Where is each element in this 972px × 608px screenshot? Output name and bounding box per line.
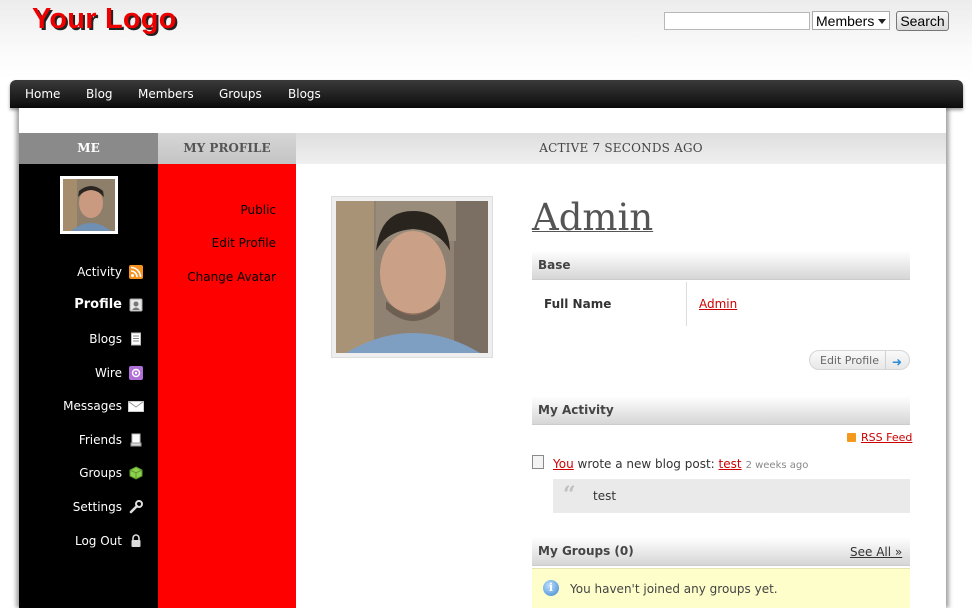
me-item-label: Log Out — [74, 534, 122, 548]
avatar[interactable] — [60, 176, 118, 234]
me-item-messages[interactable]: Messages — [19, 397, 158, 417]
me-item-logout[interactable]: Log Out — [19, 532, 158, 552]
edit-profile-label: Edit Profile — [820, 354, 880, 367]
cube-icon — [129, 466, 143, 480]
me-item-label: Activity — [77, 265, 122, 279]
arrow-right-icon: ➜ — [892, 355, 903, 369]
chevron-down-icon — [878, 19, 886, 24]
main-nav: Home Blog Members Groups Blogs — [10, 80, 963, 108]
edit-profile-button[interactable]: Edit Profile ➜ — [809, 350, 910, 370]
site-logo[interactable]: Your Logo — [32, 3, 177, 36]
search-scope-select[interactable]: Members — [812, 11, 890, 30]
profile-avatar — [332, 197, 492, 357]
blog-post-icon — [532, 455, 544, 469]
groups-empty-notice: i You haven't joined any groups yet. — [532, 568, 910, 608]
me-item-label: Friends — [78, 433, 122, 447]
submenu-public[interactable]: Public — [240, 203, 276, 217]
me-item-settings[interactable]: Settings — [19, 498, 158, 518]
activity-time: 2 weeks ago — [745, 460, 809, 471]
friends-icon — [130, 433, 142, 447]
wire-icon — [129, 366, 143, 380]
activity-excerpt-text: test — [593, 489, 617, 503]
nav-home[interactable]: Home — [25, 87, 60, 101]
rss-feed-label: RSS Feed — [861, 431, 913, 444]
tab-me[interactable]: ME — [19, 133, 158, 164]
see-all-groups-link[interactable]: See All » — [850, 545, 902, 559]
me-item-label: Messages — [63, 399, 122, 413]
me-item-label: Profile — [74, 297, 122, 312]
tab-my-profile[interactable]: MY PROFILE — [158, 133, 296, 164]
wrench-icon — [129, 500, 143, 514]
groups-empty-text: You haven't joined any groups yet. — [570, 582, 778, 596]
me-item-profile[interactable]: Profile — [19, 296, 158, 316]
activity-item: You wrote a new blog post: test 2 weeks a… — [553, 457, 808, 471]
submenu-edit-profile[interactable]: Edit Profile — [212, 236, 276, 250]
info-icon: i — [543, 580, 559, 596]
submenu-change-avatar[interactable]: Change Avatar — [187, 270, 276, 284]
document-icon — [131, 332, 141, 346]
nav-groups[interactable]: Groups — [219, 87, 262, 101]
activity-actor-link[interactable]: You — [553, 457, 574, 471]
me-sidebar: Activity Profile Blogs Wire Messages Fri… — [19, 164, 158, 608]
activity-section-heading: My Activity — [532, 396, 910, 425]
site-header: Your Logo Members Search — [0, 0, 972, 80]
full-name-value[interactable]: Admin — [699, 297, 737, 311]
search-input[interactable] — [664, 12, 810, 30]
me-item-label: Groups — [79, 466, 122, 480]
avatar-photo — [63, 179, 115, 231]
activity-post-link[interactable]: test — [719, 457, 742, 471]
nav-blogs[interactable]: Blogs — [288, 87, 321, 101]
me-item-activity[interactable]: Activity — [19, 263, 158, 283]
me-item-label: Wire — [95, 366, 122, 380]
search-scope-value: Members — [816, 13, 875, 29]
lock-icon — [131, 534, 141, 547]
nav-blog[interactable]: Blog — [86, 87, 113, 101]
last-active-status: ACTIVE 7 SECONDS AGO — [296, 133, 946, 164]
me-item-friends[interactable]: Friends — [19, 431, 158, 451]
full-name-label: Full Name — [544, 297, 612, 311]
base-section-heading: Base — [532, 251, 910, 280]
profile-icon — [129, 298, 143, 312]
activity-excerpt: “ test — [553, 479, 910, 513]
quote-icon: “ — [563, 482, 576, 508]
envelope-icon — [128, 401, 144, 412]
me-item-label: Settings — [72, 500, 122, 514]
rss-feed-link[interactable]: RSS Feed — [847, 431, 912, 444]
rss-icon — [847, 433, 856, 442]
profile-name[interactable]: Admin — [532, 196, 653, 239]
field-divider — [686, 282, 687, 326]
me-item-label: Blogs — [89, 332, 122, 346]
profile-photo — [336, 201, 488, 353]
activity-text: wrote a new blog post: — [573, 457, 719, 471]
me-item-groups[interactable]: Groups — [19, 464, 158, 484]
search-button[interactable]: Search — [896, 11, 949, 31]
profile-submenu: Public Edit Profile Change Avatar — [158, 164, 296, 608]
button-divider — [885, 351, 886, 369]
nav-members[interactable]: Members — [138, 87, 194, 101]
main-container: ME MY PROFILE ACTIVE 7 SECONDS AGO Activ… — [19, 108, 946, 608]
me-item-wire[interactable]: Wire — [19, 364, 158, 384]
me-item-blogs[interactable]: Blogs — [19, 330, 158, 350]
rss-icon — [129, 265, 143, 279]
